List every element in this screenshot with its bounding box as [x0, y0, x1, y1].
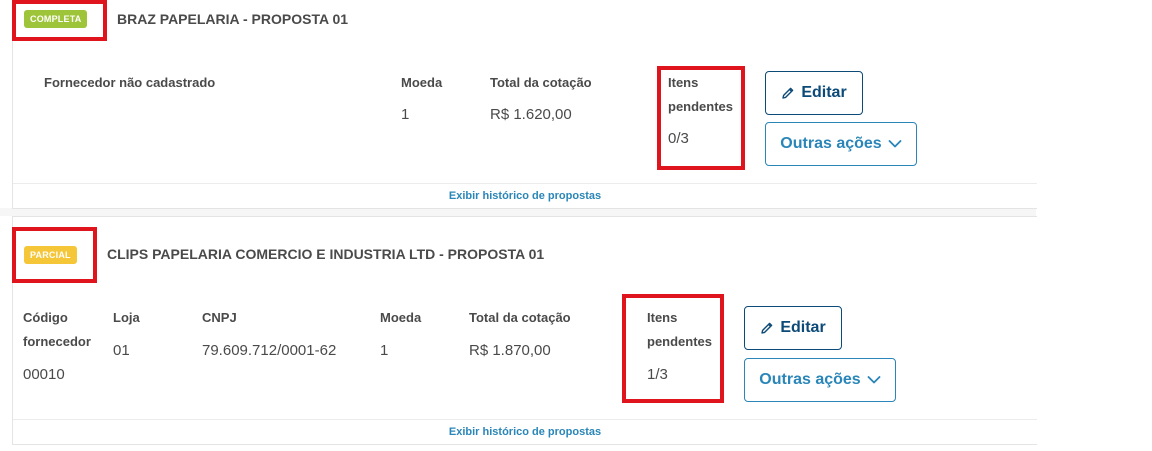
highlight-box — [622, 294, 724, 403]
edit-label: Editar — [801, 84, 847, 101]
edit-label: Editar — [780, 319, 826, 336]
code-label: fornecedor — [23, 334, 91, 349]
pencil-icon — [782, 87, 794, 99]
proposal-card: PARCIAL CLIPS PAPELARIA COMERCIO E INDUS… — [12, 216, 1037, 445]
currency-label: Moeda — [380, 310, 422, 325]
highlight-box — [657, 66, 745, 170]
total-label: Total da cotação — [490, 75, 592, 90]
more-actions-button[interactable]: Outras ações — [744, 358, 896, 402]
store-value: 01 — [113, 342, 130, 359]
card-separator — [0, 208, 1036, 216]
history-link[interactable]: Exibir histórico de propostas — [13, 419, 1037, 444]
proposal-card: COMPLETA BRAZ PAPELARIA - PROPOSTA 01 Fo… — [12, 0, 1037, 209]
code-value: 00010 — [23, 366, 65, 383]
highlight-box — [12, 227, 97, 283]
pencil-icon — [761, 322, 773, 334]
edit-button[interactable]: Editar — [744, 306, 842, 350]
more-actions-button[interactable]: Outras ações — [765, 122, 917, 166]
history-link[interactable]: Exibir histórico de propostas — [13, 183, 1037, 208]
total-value: R$ 1.620,00 — [490, 106, 572, 123]
code-label: Código — [23, 310, 68, 325]
proposal-title: CLIPS PAPELARIA COMERCIO E INDUSTRIA LTD… — [107, 246, 545, 262]
currency-value: 1 — [380, 342, 389, 359]
highlight-box — [12, 0, 107, 41]
supplier-note: Fornecedor não cadastrado — [44, 75, 216, 90]
store-label: Loja — [113, 310, 140, 325]
currency-label: Moeda — [401, 75, 443, 90]
cnpj-value: 79.609.712/0001-62 — [202, 342, 337, 359]
total-label: Total da cotação — [469, 310, 571, 325]
cnpj-label: CNPJ — [202, 310, 237, 325]
more-actions-label: Outras ações — [780, 135, 882, 152]
more-actions-label: Outras ações — [759, 371, 861, 388]
chevron-down-icon — [867, 376, 881, 384]
total-value: R$ 1.870,00 — [469, 342, 551, 359]
currency-value: 1 — [401, 106, 410, 123]
chevron-down-icon — [888, 140, 902, 148]
edit-button[interactable]: Editar — [765, 71, 863, 115]
proposal-title: BRAZ PAPELARIA - PROPOSTA 01 — [117, 11, 349, 27]
